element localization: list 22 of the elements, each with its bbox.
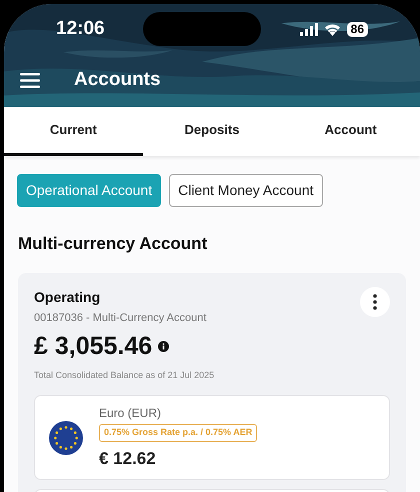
currency-balance: € 12.62 (99, 448, 156, 470)
flag-icon (49, 420, 83, 454)
rate-tag: 0.75% Gross Rate p.a. / 0.75% AER (99, 424, 258, 442)
menu-icon[interactable] (20, 73, 40, 88)
currency-card[interactable]: Euro (EUR) 0.75% Gross Rate p.a. / 0.75% AER € 12.62 (34, 395, 390, 480)
more-icon (373, 294, 377, 310)
info-icon[interactable] (158, 341, 170, 352)
page-title: Accounts (74, 68, 161, 92)
status-time: 12:06 (56, 16, 105, 41)
wifi-icon (324, 22, 341, 36)
currency-name: Euro (EUR) (99, 405, 162, 422)
signal-icon (300, 22, 318, 36)
account-type-button[interactable]: Client Money Account (169, 174, 322, 207)
account-number: 00187036 - Multi-Currency Account (34, 310, 206, 326)
tab[interactable]: Account (281, 107, 420, 156)
section-title: Multi-currency Account (17, 233, 208, 255)
balance-amount: £ 3,055.46 (34, 331, 152, 362)
tab[interactable]: Deposits (142, 107, 282, 156)
account-name: Operating (34, 288, 102, 307)
more-button[interactable] (360, 286, 390, 316)
balance-note: Total Consolidated Balance as of 21 Jul 2025 (34, 368, 216, 382)
tab[interactable]: Current (4, 107, 143, 156)
